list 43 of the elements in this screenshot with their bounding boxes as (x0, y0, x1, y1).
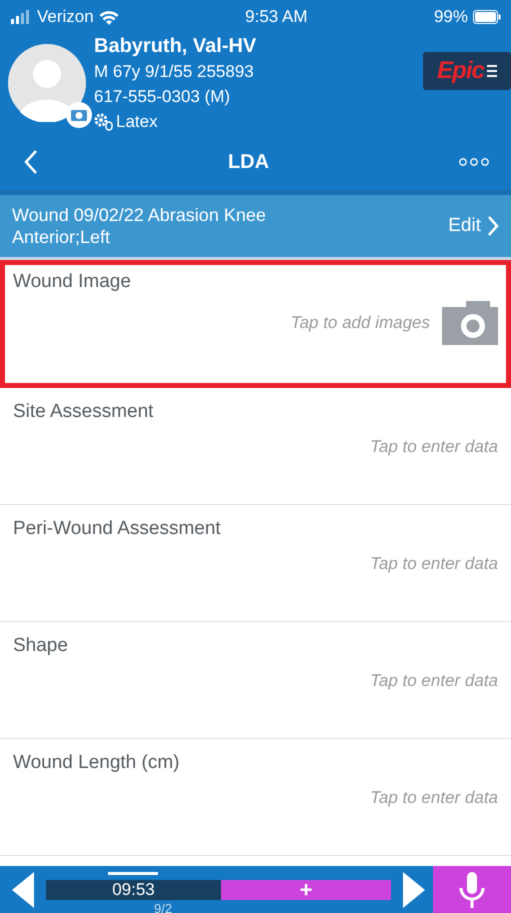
patient-phone: 617-555-0303 (M) (94, 86, 232, 108)
timeline-date: 9/2 (154, 901, 172, 913)
current-time-marker (108, 872, 158, 875)
chevron-icon (487, 215, 499, 237)
add-button[interactable]: + (221, 880, 391, 900)
field-label: Wound Image (13, 271, 132, 293)
form-field[interactable]: Shape Tap to enter data (0, 622, 511, 739)
wound-location: Anterior;Left (12, 226, 112, 248)
form-field[interactable]: Peri-Wound Assessment Tap to enter data (0, 505, 511, 622)
form-field[interactable]: Site Assessment Tap to enter data (0, 388, 511, 505)
camera-icon[interactable] (66, 102, 92, 128)
patient-name: Babyruth, Val-HV (94, 34, 258, 59)
field-label: Wound Length (cm) (13, 752, 181, 774)
back-icon[interactable] (24, 149, 38, 175)
signal-icon (10, 10, 32, 24)
more-icon[interactable] (458, 158, 489, 166)
form-field[interactable]: Wound Image Tap to add images (0, 260, 511, 388)
clock-time: 9:53 AM (245, 7, 308, 27)
gear-icon (94, 112, 114, 130)
avatar-icon (8, 44, 86, 122)
field-hint: Tap to enter data (370, 788, 498, 808)
field-label: Site Assessment (13, 401, 154, 423)
allergy-label: Latex (116, 111, 158, 133)
camera-icon[interactable] (442, 301, 498, 345)
microphone-button[interactable] (433, 866, 511, 913)
field-hint: Tap to enter data (370, 554, 498, 574)
next-icon[interactable] (401, 872, 425, 908)
field-label: Shape (13, 635, 69, 657)
form-field[interactable]: Wound Length (cm) Tap to enter data (0, 739, 511, 856)
battery-percent: 99% (434, 7, 468, 27)
field-hint: Tap to enter data (370, 671, 498, 691)
battery-icon (472, 10, 501, 24)
previous-icon[interactable] (12, 872, 36, 908)
wifi-icon (98, 10, 119, 24)
field-label: Peri-Wound Assessment (13, 518, 222, 540)
wound-title: Wound 09/02/22 Abrasion Knee (12, 204, 266, 226)
screen-title: LDA (228, 150, 270, 174)
microphone-icon (459, 872, 485, 908)
patient-demographics: M 67y 9/1/55 255893 (94, 61, 255, 83)
field-hint: Tap to add images (290, 313, 430, 333)
timeline-time: 09:53 (112, 880, 155, 900)
field-hint: Tap to enter data (370, 437, 498, 457)
carrier-name: Verizon (37, 7, 94, 27)
